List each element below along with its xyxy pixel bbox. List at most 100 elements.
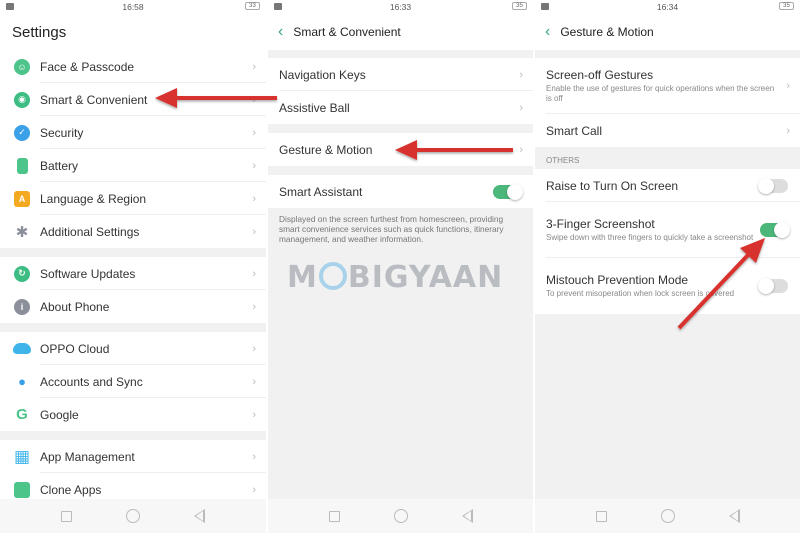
chevron-right-icon: › <box>252 450 256 463</box>
screen-off-gestures-item[interactable]: Screen-off Gestures Enable the use of ge… <box>535 58 800 114</box>
chevron-right-icon: › <box>252 60 256 73</box>
item-label: Mistouch Prevention Mode <box>546 273 689 287</box>
gesture-motion-item[interactable]: Gesture & Motion › <box>268 133 533 166</box>
settings-item-about-phone[interactable]: i About Phone › <box>0 290 266 323</box>
settings-item-face-passcode[interactable]: ☺ Face & Passcode › <box>0 50 266 83</box>
spacer <box>268 166 533 175</box>
settings-group: ▦ App Management › Clone Apps › <box>0 440 266 506</box>
settings-item-smart-convenient[interactable]: ◉ Smart & Convenient › <box>0 83 266 116</box>
item-label: Accounts and Sync <box>40 374 143 389</box>
gesture-motion-screen: 16:34 35 ‹ Gesture & Motion Screen-off G… <box>535 0 800 533</box>
item-label: Smart Call <box>546 123 603 138</box>
smart-head-icon: ◉ <box>14 91 30 108</box>
settings-group: Raise to Turn On Screen 3-Finger Screens… <box>535 169 800 314</box>
chevron-right-icon: › <box>252 342 256 355</box>
item-label: Gesture & Motion <box>279 142 373 157</box>
chevron-right-icon: › <box>519 68 523 81</box>
settings-item-app-management[interactable]: ▦ App Management › <box>0 440 266 473</box>
back-button[interactable] <box>728 509 740 523</box>
mistouch-prevention-item[interactable]: Mistouch Prevention Mode To prevent miso… <box>535 258 800 314</box>
smart-assistant-toggle[interactable] <box>493 183 523 200</box>
chevron-right-icon: › <box>252 192 256 205</box>
settings-item-oppo-cloud[interactable]: OPPO Cloud › <box>0 332 266 365</box>
header: ‹ Gesture & Motion <box>535 14 800 50</box>
item-label: Face & Passcode <box>40 59 135 74</box>
back-button[interactable] <box>461 509 473 523</box>
google-icon: G <box>16 406 28 423</box>
item-label: Screen-off Gestures <box>546 68 654 82</box>
item-text: 3-Finger Screenshot Swipe down with thre… <box>535 217 760 243</box>
watermark-logo: M BIGYAAN <box>287 260 503 295</box>
navigation-keys-item[interactable]: Navigation Keys › <box>268 58 533 91</box>
mistouch-prevention-toggle[interactable] <box>758 278 788 294</box>
item-label: Security <box>40 125 84 140</box>
settings-item-security[interactable]: ✓ Security › <box>0 116 266 149</box>
home-button[interactable] <box>393 509 408 523</box>
home-button[interactable] <box>660 509 675 523</box>
back-arrow-icon[interactable]: ‹ <box>545 24 550 40</box>
info-icon: i <box>14 298 30 315</box>
chevron-right-icon: › <box>252 225 256 238</box>
chevron-right-icon: › <box>252 93 256 106</box>
home-button[interactable] <box>126 509 140 523</box>
toggle-knob <box>758 177 774 194</box>
status-bar: 16:33 35 <box>268 0 533 14</box>
account-icon: ● <box>18 374 26 389</box>
item-label: 3-Finger Screenshot <box>546 217 655 231</box>
settings-screen: 16:58 33 Settings ☺ Face & Passcode › ◉ Smar… <box>0 0 266 533</box>
chevron-right-icon: › <box>252 267 256 280</box>
item-text: Screen-off Gestures Enable the use of ge… <box>535 68 786 104</box>
settings-item-google[interactable]: G Google › <box>0 398 266 431</box>
three-finger-screenshot-toggle[interactable] <box>760 222 790 238</box>
settings-item-accounts-and-sync[interactable]: ● Accounts and Sync › <box>0 365 266 398</box>
recent-apps-button[interactable] <box>328 510 340 522</box>
spacer <box>535 50 800 58</box>
page-title: Smart & Convenient <box>293 25 401 39</box>
status-bar: 16:58 33 <box>0 0 266 14</box>
back-button[interactable] <box>194 509 205 523</box>
cloud-icon <box>13 343 31 354</box>
settings-item-software-updates[interactable]: ↻ Software Updates › <box>0 257 266 290</box>
smart-assistant-description: Displayed on the screen furthest from ho… <box>279 214 504 244</box>
apps-grid-icon: ▦ <box>13 446 31 466</box>
item-subtitle: To prevent misoperation when lock screen… <box>546 289 735 298</box>
item-label: Smart & Convenient <box>40 92 148 107</box>
item-label: Raise to Turn On Screen <box>546 178 679 193</box>
three-finger-screenshot-item[interactable]: 3-Finger Screenshot Swipe down with thre… <box>535 202 800 258</box>
toggle-knob <box>507 183 523 200</box>
item-label: About Phone <box>40 299 110 314</box>
chevron-right-icon: › <box>519 101 523 114</box>
shield-icon: ✓ <box>14 124 30 141</box>
navigation-bar <box>268 499 533 533</box>
page-title: Settings <box>0 14 266 50</box>
item-label: Smart Assistant <box>279 184 363 199</box>
header: ‹ Smart & Convenient <box>268 14 533 50</box>
settings-group: Gesture & Motion › <box>268 133 533 166</box>
item-label: Google <box>40 407 79 422</box>
smart-call-item[interactable]: Smart Call › <box>535 114 800 147</box>
battery-indicator: 35 <box>779 2 794 10</box>
chevron-right-icon: › <box>252 408 256 421</box>
smart-assistant-item[interactable]: Smart Assistant <box>268 175 533 208</box>
raise-to-turn-on-toggle[interactable] <box>758 177 788 194</box>
settings-item-additional-settings[interactable]: ✱ Additional Settings › <box>0 215 266 248</box>
item-subtitle: Swipe down with three fingers to quickly… <box>546 233 754 242</box>
recent-apps-button[interactable] <box>595 510 607 522</box>
back-arrow-icon[interactable]: ‹ <box>278 24 283 40</box>
raise-to-turn-on-item[interactable]: Raise to Turn On Screen <box>535 169 800 202</box>
settings-item-language-region[interactable]: A Language & Region › <box>0 182 266 215</box>
spacer <box>268 50 533 58</box>
settings-item-battery[interactable]: Battery › <box>0 149 266 182</box>
navigation-bar <box>0 499 266 533</box>
chevron-right-icon: › <box>252 159 256 172</box>
toggle-knob <box>758 278 774 294</box>
gear-icon: ✱ <box>15 223 29 241</box>
settings-group: Screen-off Gestures Enable the use of ge… <box>535 58 800 147</box>
watermark-phone-icon <box>318 261 347 290</box>
item-label: App Management <box>40 449 135 464</box>
assistive-ball-item[interactable]: Assistive Ball › <box>268 91 533 124</box>
recent-apps-button[interactable] <box>61 510 72 522</box>
chevron-right-icon: › <box>786 124 790 137</box>
settings-group: ☺ Face & Passcode › ◉ Smart & Convenient › ✓ Se… <box>0 50 266 248</box>
battery-indicator: 33 <box>245 2 260 10</box>
